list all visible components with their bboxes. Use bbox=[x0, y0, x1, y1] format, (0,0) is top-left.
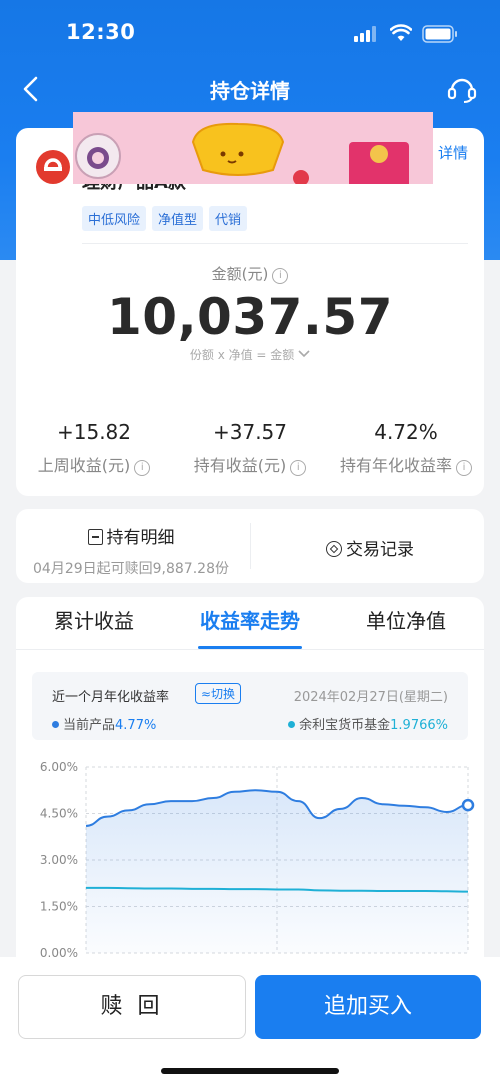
bottom-action-bar: 赎 回 追加买入 bbox=[0, 957, 500, 1084]
document-icon bbox=[87, 529, 103, 545]
legend-title: 近一个月年化收益率 bbox=[52, 690, 170, 705]
stat-label: 上周收益(元) bbox=[37, 456, 131, 475]
latest-point-marker bbox=[461, 798, 475, 812]
customer-service-icon[interactable] bbox=[446, 74, 478, 104]
amount-value: 10,037.57 bbox=[106, 288, 394, 346]
info-icon[interactable]: i bbox=[290, 460, 307, 476]
home-indicator bbox=[161, 1068, 339, 1074]
product-detail-link[interactable]: 详情 bbox=[438, 142, 468, 163]
records-icon bbox=[326, 541, 342, 557]
chevron-down-icon bbox=[298, 350, 310, 358]
info-icon[interactable]: i bbox=[456, 460, 472, 476]
tag-risk: 中低风险 bbox=[82, 206, 147, 231]
chart-tabs: 累计收益 收益率走势 单位净值 bbox=[16, 597, 484, 650]
y-tick-label: 4.50% bbox=[40, 807, 78, 821]
legend-date: 2024年02月27日(星期二) bbox=[293, 690, 448, 705]
stat-label: 持有年化收益率 bbox=[339, 456, 452, 475]
divider bbox=[250, 523, 251, 569]
series-b-label: 余利宝货币基金 bbox=[299, 718, 391, 733]
product-tags: 中低风险 净值型 代销 bbox=[82, 206, 248, 231]
tab-cumulative-income[interactable]: 累计收益 bbox=[16, 597, 172, 649]
divider bbox=[82, 243, 468, 244]
status-bar: 12:30 bbox=[0, 0, 500, 66]
info-icon[interactable]: i bbox=[272, 268, 289, 284]
legend-dot-icon bbox=[52, 721, 59, 728]
holding-detail-button[interactable]: 持有明细 04月29日起可赎回9,887.28份 bbox=[16, 523, 246, 578]
stat-holding-income: +37.57 持有收益(元) i bbox=[172, 420, 328, 476]
y-tick-label: 6.00% bbox=[40, 760, 78, 774]
series-b-value: 1.9766% bbox=[390, 718, 448, 733]
stats-row: +15.82 上周收益(元) i +37.57 持有收益(元) i 4.72% 持有… bbox=[16, 420, 484, 476]
legend-dot-icon bbox=[288, 721, 296, 728]
legend-series-current: 当前产品4.77% bbox=[52, 714, 156, 733]
series-a-label: 当前产品 bbox=[63, 718, 116, 733]
tab-yield-trend[interactable]: 收益率走势 bbox=[172, 597, 328, 649]
stat-label: 持有收益(元) bbox=[193, 456, 287, 475]
chart-legend: 近一个月年化收益率 ≈切换 2024年02月27日(星期二) 当前产品4.77%… bbox=[32, 672, 468, 740]
stat-value: +37.57 bbox=[212, 420, 287, 444]
holding-detail-title: 持有明细 bbox=[106, 528, 175, 548]
redeem-button[interactable]: 赎 回 bbox=[18, 975, 246, 1039]
tab-unit-nav[interactable]: 单位净值 bbox=[328, 597, 484, 649]
buy-more-button[interactable]: 追加买入 bbox=[255, 975, 481, 1039]
stat-last-week: +15.82 上周收益(元) i bbox=[16, 420, 172, 476]
holdings-card: 持有明细 04月29日起可赎回9,887.28份 交易记录 bbox=[16, 509, 484, 583]
nav-bar: 持仓详情 bbox=[0, 66, 500, 112]
amount-label: 金额(元) bbox=[211, 265, 269, 283]
series-a-value: 4.77% bbox=[115, 718, 157, 733]
stat-value: 4.72% bbox=[374, 420, 438, 444]
formula-text: 份额 x 净值 = 金额 bbox=[189, 348, 295, 362]
transaction-records-button[interactable]: 交易记录 bbox=[256, 535, 484, 560]
series-area bbox=[86, 790, 468, 953]
amount-label-row: 金额(元) i bbox=[16, 263, 484, 284]
wifi-icon bbox=[390, 24, 412, 41]
page-title: 持仓详情 bbox=[210, 79, 290, 103]
amount-formula[interactable]: 份额 x 净值 = 金额 bbox=[16, 346, 484, 363]
chart-card: 累计收益 收益率走势 单位净值 近一个月年化收益率 ≈切换 2024年02月27… bbox=[16, 597, 484, 997]
redeemable-note: 04月29日起可赎回9,887.28份 bbox=[33, 561, 229, 577]
product-logo-icon bbox=[36, 150, 70, 184]
yield-line-chart[interactable]: 6.00%4.50%3.00%1.50%0.00% bbox=[16, 752, 484, 962]
stat-annual-rate: 4.72% 持有年化收益率 i bbox=[328, 420, 484, 476]
tag-type: 净值型 bbox=[152, 206, 204, 231]
promo-banner-art bbox=[73, 112, 433, 184]
switch-button[interactable]: ≈切换 bbox=[195, 683, 242, 704]
signal-icon bbox=[354, 26, 376, 42]
y-tick-label: 1.50% bbox=[40, 900, 78, 914]
legend-series-benchmark: 余利宝货币基金1.9766% bbox=[288, 714, 448, 733]
y-tick-label: 3.00% bbox=[40, 853, 78, 867]
promo-banner[interactable] bbox=[73, 112, 433, 184]
stat-value: +15.82 bbox=[56, 420, 131, 444]
info-icon[interactable]: i bbox=[134, 460, 151, 476]
tag-channel: 代销 bbox=[209, 206, 248, 231]
transaction-records-label: 交易记录 bbox=[346, 540, 414, 560]
status-time: 12:30 bbox=[66, 20, 136, 44]
battery-icon bbox=[422, 25, 457, 43]
